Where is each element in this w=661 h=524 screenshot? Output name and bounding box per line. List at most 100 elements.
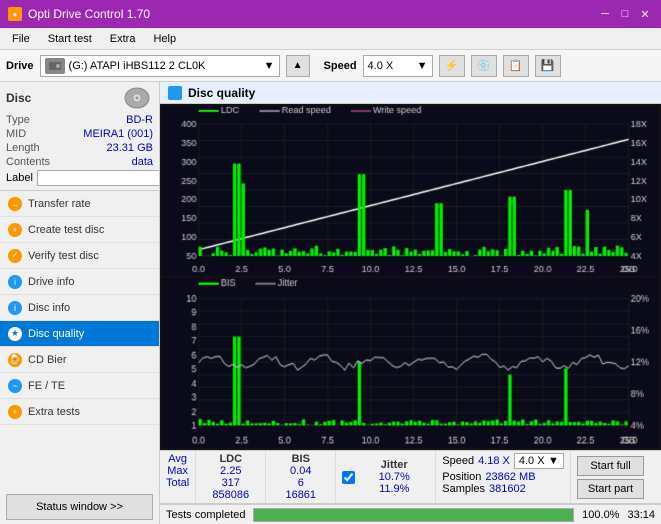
stats-bis-col: BIS 0.04 6 16861 bbox=[266, 451, 336, 503]
sidebar: Disc Type BD-R MID MEIRA1 (001) Length 2… bbox=[0, 82, 160, 524]
maximize-button[interactable]: □ bbox=[617, 6, 633, 22]
app-icon: ● bbox=[8, 7, 22, 21]
minimize-button[interactable]: ─ bbox=[597, 6, 613, 22]
speed-dropdown[interactable]: 4.0 X ▼ bbox=[514, 453, 564, 469]
disc-action-btn1[interactable]: 💿 bbox=[471, 55, 497, 77]
quality-header: Disc quality bbox=[160, 82, 661, 104]
charts-wrapper: Avg Max Total LDC 2.25 317 858086 BIS bbox=[160, 104, 661, 524]
top-chart bbox=[162, 106, 659, 276]
nav-drive-info-label: Drive info bbox=[28, 276, 74, 288]
drive-value: (G:) ATAPI iHBS112 2 CL0K bbox=[69, 60, 206, 72]
bottom-chart bbox=[162, 278, 659, 448]
eject-button[interactable]: ▲ bbox=[286, 55, 310, 77]
disc-length-val: 23.31 GB bbox=[107, 142, 153, 154]
nav-disc-quality[interactable]: ★ Disc quality bbox=[0, 321, 159, 347]
jitter-checkbox[interactable] bbox=[342, 471, 355, 484]
stats-max-label: Max bbox=[166, 465, 189, 477]
disc-mid-val: MEIRA1 (001) bbox=[83, 128, 153, 140]
menu-start-test[interactable]: Start test bbox=[40, 31, 100, 47]
nav-disc-info-label: Disc info bbox=[28, 302, 70, 314]
disc-contents-key: Contents bbox=[6, 156, 50, 168]
nav-items: → Transfer rate + Create test disc ✓ Ver… bbox=[0, 191, 159, 490]
samples-label: Samples bbox=[442, 483, 485, 495]
disc-mid-key: MID bbox=[6, 128, 26, 140]
nav-cd-bier[interactable]: 🍺 CD Bier bbox=[0, 347, 159, 373]
cd-bier-icon: 🍺 bbox=[8, 353, 22, 367]
buttons-section: Start full Start part bbox=[571, 451, 650, 503]
position-val: 23862 MB bbox=[485, 471, 535, 483]
progress-bar-fill bbox=[254, 509, 573, 521]
stats-bis-max: 6 bbox=[272, 477, 329, 489]
extra-tests-icon: + bbox=[8, 405, 22, 419]
stats-jitter-header: Jitter bbox=[365, 459, 423, 471]
stats-row-labels: Avg Max Total bbox=[160, 451, 196, 503]
status-text: Tests completed bbox=[166, 509, 245, 521]
menu-file[interactable]: File bbox=[4, 31, 38, 47]
nav-create-test-disc-label: Create test disc bbox=[28, 224, 104, 236]
nav-fe-te-label: FE / TE bbox=[28, 380, 65, 392]
disc-length-row: Length 23.31 GB bbox=[6, 142, 153, 154]
disc-info-icon: i bbox=[8, 301, 22, 315]
save-btn[interactable]: 💾 bbox=[535, 55, 561, 77]
stats-jitter-avg: 10.7% bbox=[365, 471, 423, 483]
stats-ldc-max: 317 bbox=[202, 477, 259, 489]
nav-fe-te[interactable]: ~ FE / TE bbox=[0, 373, 159, 399]
stats-ldc-avg: 2.25 bbox=[202, 465, 259, 477]
nav-transfer-rate-label: Transfer rate bbox=[28, 198, 91, 210]
disc-quality-icon: ★ bbox=[8, 327, 22, 341]
speed-value: 4.0 X bbox=[368, 60, 394, 72]
nav-extra-tests-label: Extra tests bbox=[28, 406, 80, 418]
stats-table: Avg Max Total LDC 2.25 317 858086 BIS bbox=[160, 451, 661, 504]
main-content: Disc Type BD-R MID MEIRA1 (001) Length 2… bbox=[0, 82, 661, 524]
progress-bar bbox=[253, 508, 574, 522]
disc-title: Disc bbox=[6, 91, 31, 105]
jitter-section: Jitter 10.7% 11.9% bbox=[336, 451, 436, 503]
disc-contents-row: Contents data bbox=[6, 156, 153, 168]
start-part-button[interactable]: Start part bbox=[577, 479, 644, 499]
status-window-button[interactable]: Status window >> bbox=[6, 494, 153, 520]
start-full-button[interactable]: Start full bbox=[577, 456, 644, 476]
stats-bis-avg: 0.04 bbox=[272, 465, 329, 477]
stats-total-label: Total bbox=[166, 477, 189, 489]
speed-section-val: 4.18 X bbox=[478, 455, 510, 467]
nav-extra-tests[interactable]: + Extra tests bbox=[0, 399, 159, 425]
disc-label-text: Label bbox=[6, 172, 33, 184]
disc-panel: Disc Type BD-R MID MEIRA1 (001) Length 2… bbox=[0, 82, 159, 191]
speed-selector[interactable]: 4.0 X ▼ bbox=[363, 55, 433, 77]
disc-label-row: Label 🔍 bbox=[6, 170, 153, 186]
menu-help[interactable]: Help bbox=[145, 31, 184, 47]
disc-contents-val: data bbox=[132, 156, 153, 168]
progress-time: 33:14 bbox=[627, 509, 655, 521]
nav-cd-bier-label: CD Bier bbox=[28, 354, 67, 366]
stats-ldc-col: LDC 2.25 317 858086 bbox=[196, 451, 266, 503]
fe-te-icon: ~ bbox=[8, 379, 22, 393]
nav-verify-test-disc[interactable]: ✓ Verify test disc bbox=[0, 243, 159, 269]
speed-section: Speed 4.18 X 4.0 X ▼ Position 23862 MB bbox=[436, 451, 571, 503]
stats-bis-header: BIS bbox=[272, 453, 329, 465]
progress-bar-row: Tests completed 100.0% 33:14 bbox=[160, 504, 661, 524]
nav-transfer-rate[interactable]: → Transfer rate bbox=[0, 191, 159, 217]
disc-type-val: BD-R bbox=[126, 114, 153, 126]
bottom-panel: Avg Max Total LDC 2.25 317 858086 BIS bbox=[160, 450, 661, 524]
nav-disc-quality-label: Disc quality bbox=[28, 328, 84, 340]
menu-extra[interactable]: Extra bbox=[102, 31, 144, 47]
disc-action-btn2[interactable]: 📋 bbox=[503, 55, 529, 77]
quality-title: Disc quality bbox=[188, 86, 255, 100]
speed-dropdown-val: 4.0 X bbox=[519, 455, 545, 467]
nav-disc-info[interactable]: i Disc info bbox=[0, 295, 159, 321]
create-test-disc-icon: + bbox=[8, 223, 22, 237]
stats-avg-label: Avg bbox=[166, 453, 189, 465]
progress-percent: 100.0% bbox=[582, 509, 619, 521]
quality-icon bbox=[168, 86, 182, 100]
disc-label-input[interactable] bbox=[37, 170, 160, 186]
nav-drive-info[interactable]: i Drive info bbox=[0, 269, 159, 295]
drive-selector: (G:) ATAPI iHBS112 2 CL0K ▼ bbox=[40, 55, 280, 77]
stats-jitter-col: Jitter 10.7% 11.9% bbox=[359, 457, 429, 497]
close-button[interactable]: ✕ bbox=[637, 6, 653, 22]
content-area: Disc quality bbox=[160, 82, 661, 524]
speed-action-btn[interactable]: ⚡ bbox=[439, 55, 465, 77]
nav-create-test-disc[interactable]: + Create test disc bbox=[0, 217, 159, 243]
transfer-rate-icon: → bbox=[8, 197, 22, 211]
nav-verify-test-disc-label: Verify test disc bbox=[28, 250, 99, 262]
disc-mid-row: MID MEIRA1 (001) bbox=[6, 128, 153, 140]
